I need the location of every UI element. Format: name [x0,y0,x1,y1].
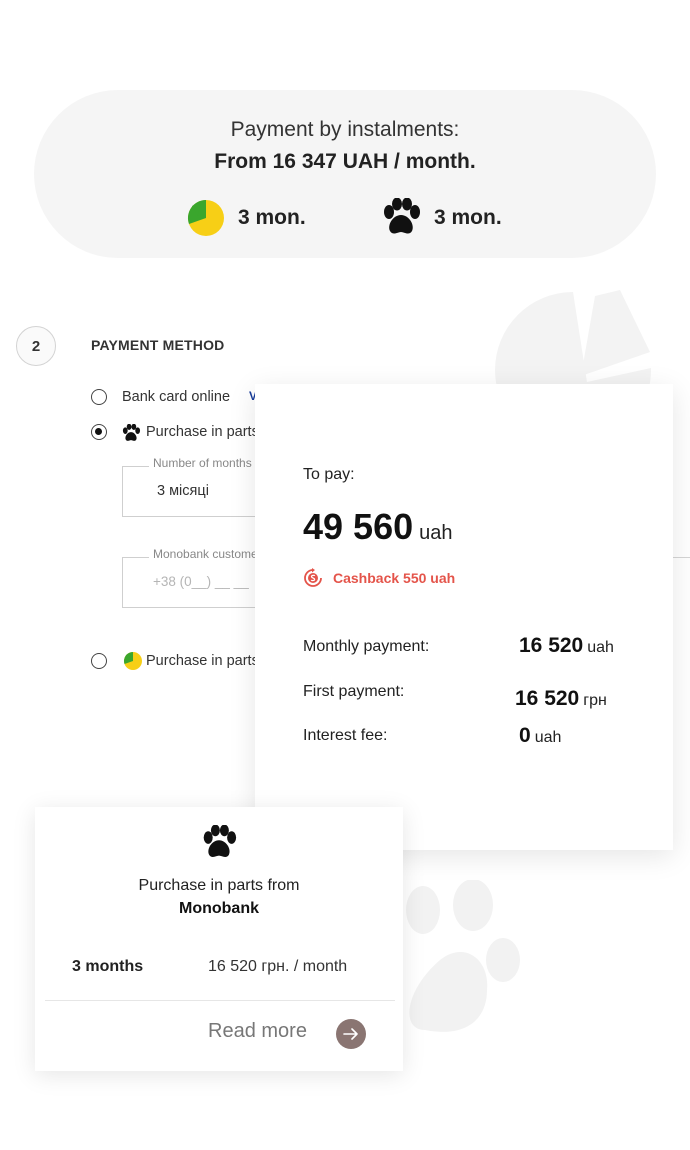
privatbank-pie-icon [187,199,224,236]
arrow-right-icon [343,1028,358,1040]
option-privat-parts-label[interactable]: Purchase in parts from PrivatBank [146,653,255,669]
paw-icon [384,198,420,234]
months-select-value: 3 місяці [157,483,209,499]
instalment-option-privat-label: 3 mon. [238,206,306,229]
interest-fee-currency: uah [534,729,562,746]
popup-divider [45,1000,395,1001]
paw-small-icon [122,424,141,441]
instalments-title: Payment by instalments: [230,118,460,141]
privatbank-small-icon [123,652,142,670]
instalment-option-mono-label: 3 mon. [434,206,502,229]
cashback-badge: Cashback 550 uah [303,568,455,588]
field-border-fragment [673,557,690,558]
paw-icon [203,825,237,857]
instalments-banner: Payment by instalments: From 16 347 UAH … [34,90,656,258]
interest-fee-amount: 0 uah [519,724,561,748]
radio-privat-parts[interactable] [91,653,107,669]
to-pay-value: 49 560 [303,506,414,547]
months-select-label: Number of months [149,456,255,470]
popup-monthly-price: 16 520 грн. / month [208,958,348,975]
cashback-text: Cashback 550 uah [333,570,456,586]
read-more-link[interactable]: Read more [208,1020,307,1043]
to-pay-amount: 49 560 uah [303,506,452,548]
option-bank-card-label[interactable]: Bank card online [122,389,230,405]
interest-fee-label: Interest fee: [303,727,388,744]
instalment-option-privat[interactable]: 3 mon. [182,198,306,238]
payment-method-heading: PAYMENT METHOD [91,337,225,353]
to-pay-currency: uah [419,522,453,544]
first-payment-label: First payment: [303,683,405,700]
monthly-payment-value: 16 520 [519,634,584,657]
to-pay-label: To pay: [303,466,355,483]
popup-pointer [201,793,233,807]
popup-term: 3 months [72,958,144,975]
popup-title: Purchase in parts from [138,877,300,894]
first-payment-currency: грн [583,692,607,709]
phone-field-label: Monobank customer phone [149,547,255,561]
instalment-option-mono[interactable]: 3 mon. [380,198,502,238]
interest-fee-value: 0 [519,724,531,747]
radio-bank-card[interactable] [91,389,107,405]
popup-bank-name: Monobank [179,900,259,917]
cashback-icon [304,568,322,587]
monobank-info-popup: Purchase in parts from Monobank 3 months… [35,807,403,1071]
background-paw-decoration [406,880,520,1032]
step-number-badge: 2 [16,326,56,366]
phone-field-placeholder: +38 (0__) __ __ [153,574,249,589]
monthly-payment-currency: uah [587,639,614,656]
first-payment-value: 16 520 [515,687,580,710]
instalments-price: From 16 347 UAH / month. [214,150,476,173]
read-more-arrow-button[interactable] [336,1019,366,1049]
option-mono-parts-label[interactable]: Purchase in parts from Monobank [146,424,255,440]
monthly-payment-label: Monthly payment: [303,638,430,655]
monthly-payment-amount: 16 520 uah [519,634,614,658]
order-summary-card: To pay: 49 560 uah Cashback 550 uah Month… [255,384,673,850]
radio-mono-parts[interactable] [91,424,107,440]
first-payment-amount: 16 520 грн [515,687,607,711]
